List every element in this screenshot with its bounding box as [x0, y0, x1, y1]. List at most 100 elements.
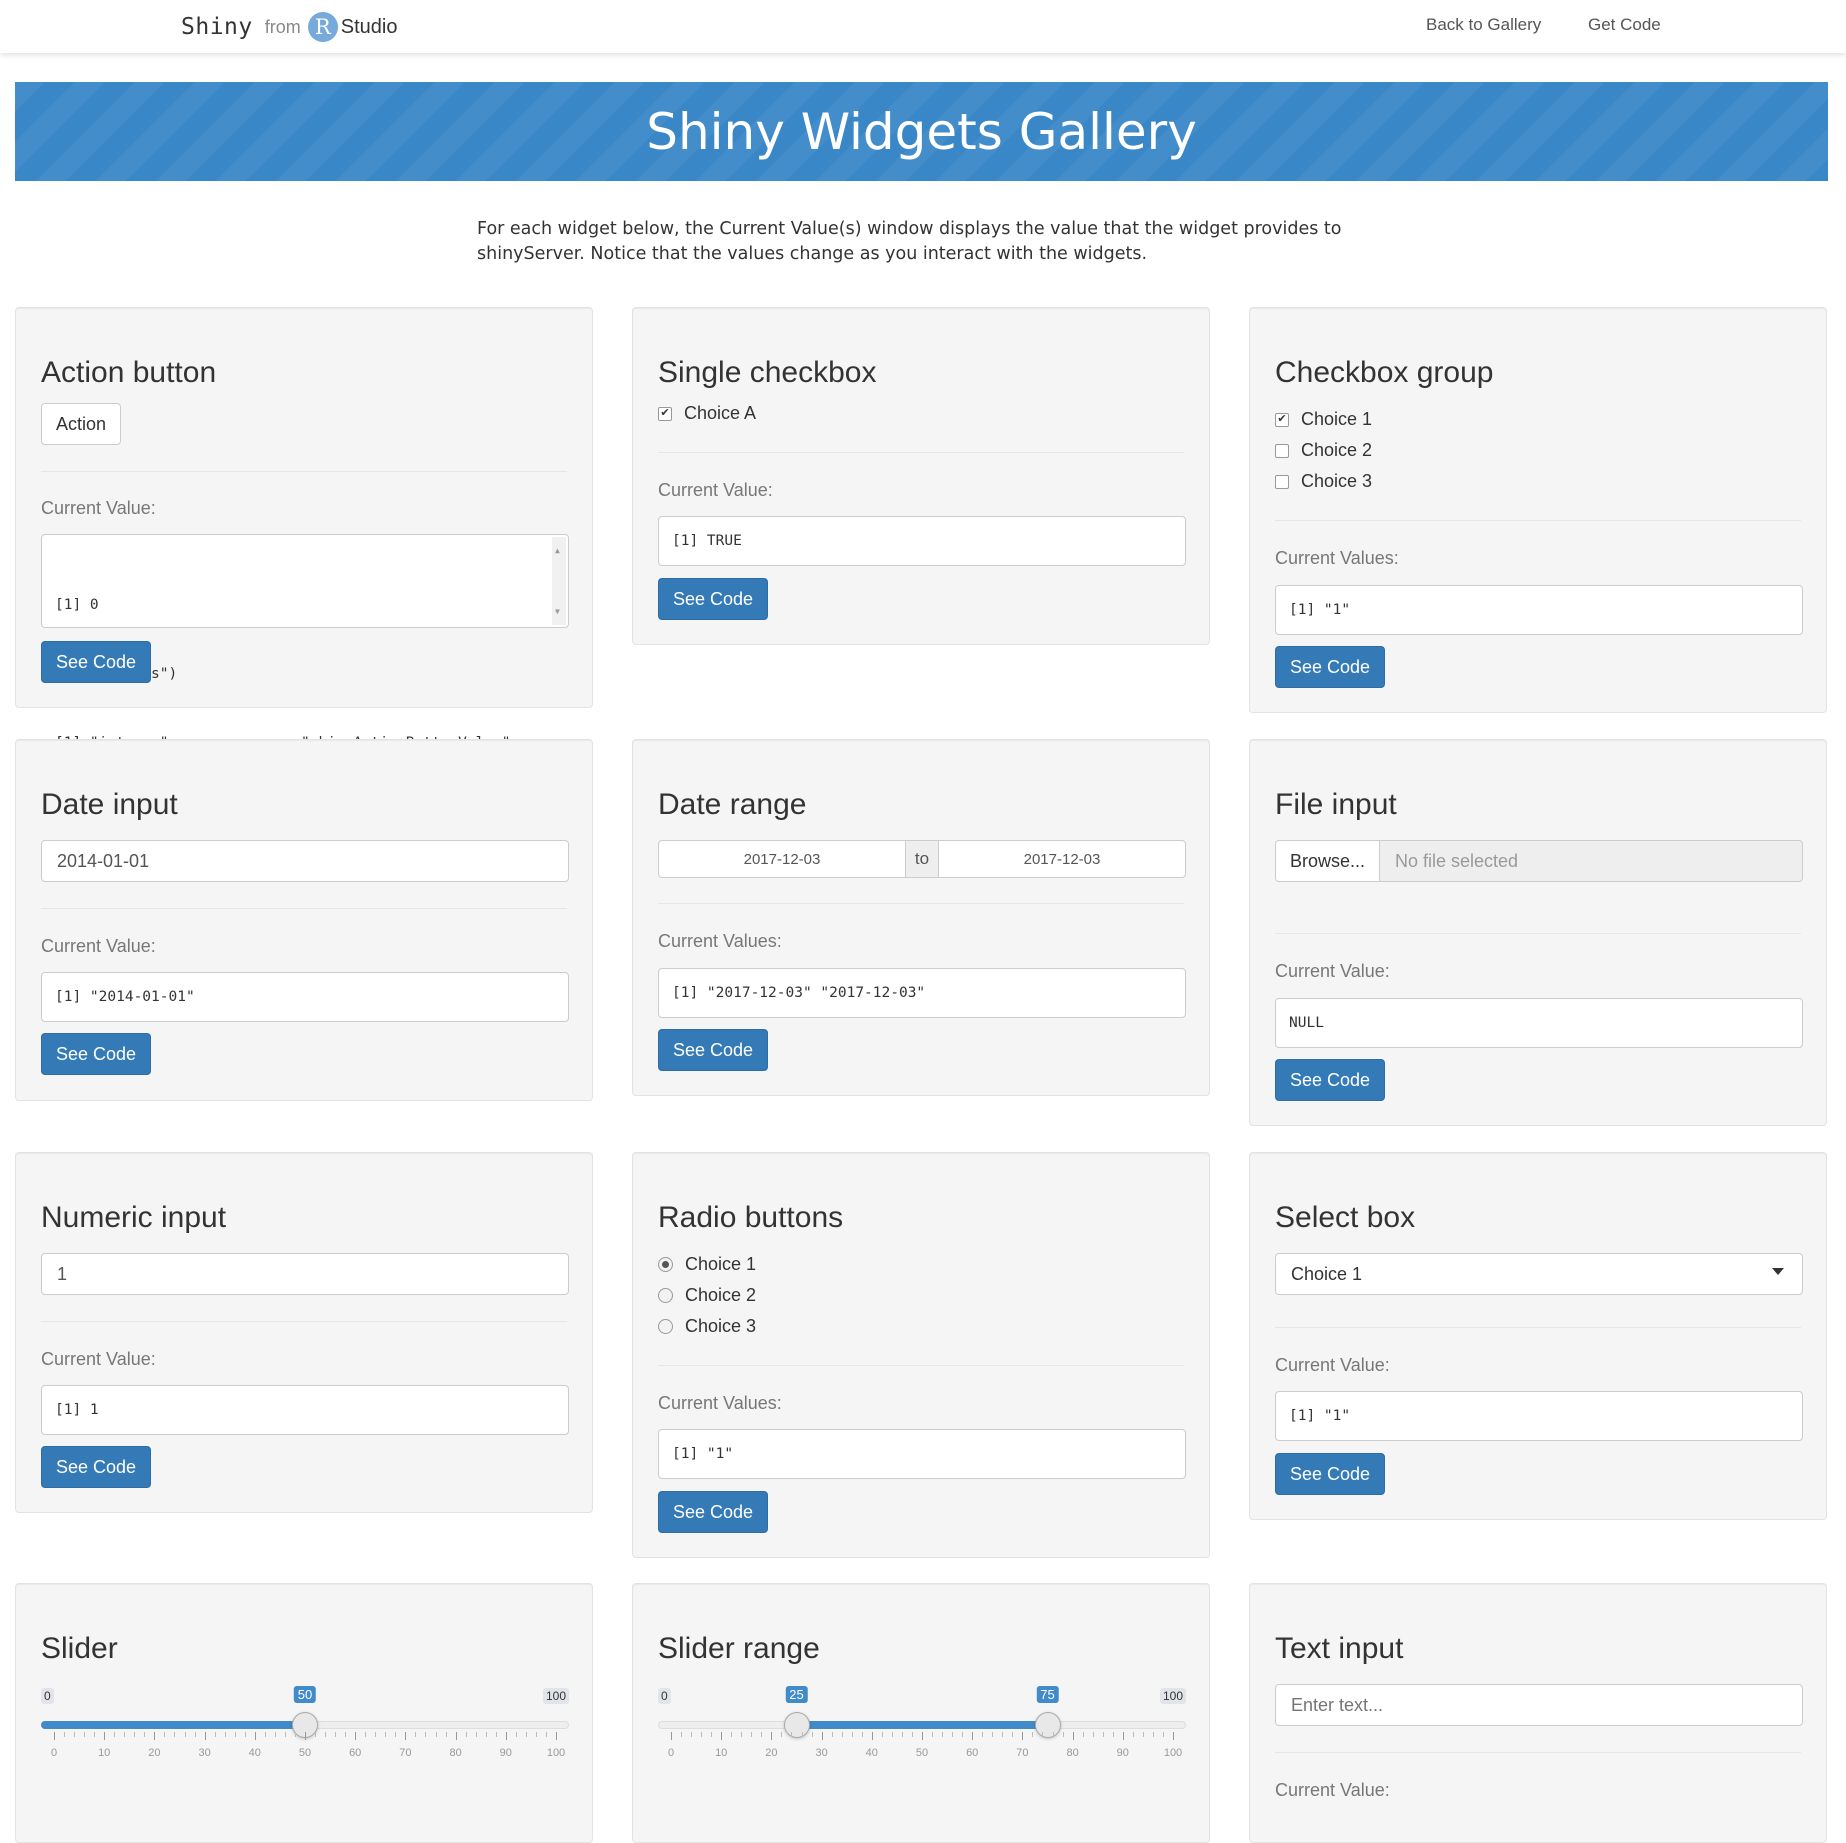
card-title: Action button — [41, 356, 217, 389]
output-scrollbar[interactable]: ▲ ▼ — [552, 537, 566, 625]
single-slider[interactable]: 0 100 50 0 10 20 30 40 50 60 70 80 90 100 — [41, 1686, 569, 1778]
checkbox-choice-2[interactable]: Choice 2 — [1275, 440, 1372, 461]
file-input-group: Browse... No file selected — [1275, 840, 1803, 882]
card-title: Slider range — [658, 1632, 820, 1665]
see-code-button[interactable]: See Code — [41, 641, 151, 683]
see-code-button[interactable]: See Code — [41, 1446, 151, 1488]
date-input-field[interactable]: 2014-01-01 — [41, 840, 569, 882]
back-to-gallery-link[interactable]: Back to Gallery — [1426, 15, 1541, 35]
see-code-button[interactable]: See Code — [1275, 646, 1385, 688]
radio-selected-icon[interactable] — [658, 1257, 673, 1272]
get-code-link[interactable]: Get Code — [1588, 15, 1661, 35]
action-button[interactable]: Action — [41, 403, 121, 445]
current-value-label: Current Value: — [658, 480, 773, 500]
divider — [658, 1365, 1184, 1366]
slider-from-label: 25 — [785, 1686, 808, 1703]
checkbox-unchecked-icon[interactable] — [1275, 443, 1289, 458]
slider-minor-tick — [335, 1732, 337, 1737]
slider-value-label: 50 — [293, 1686, 317, 1703]
slider-minor-tick — [811, 1732, 813, 1737]
slider-minor-tick — [515, 1732, 517, 1737]
slider-tick — [54, 1732, 55, 1740]
radio-choice-3[interactable]: Choice 3 — [658, 1316, 756, 1337]
see-code-button[interactable]: See Code — [1275, 1453, 1385, 1495]
slider-tick — [671, 1732, 672, 1740]
radio-choice-1[interactable]: Choice 1 — [658, 1254, 756, 1275]
chevron-down-icon[interactable] — [1772, 1268, 1784, 1275]
file-name-field[interactable]: No file selected — [1380, 840, 1803, 882]
range-slider[interactable]: 0 100 25 75 0 10 20 30 40 50 60 70 80 90 100 — [658, 1686, 1186, 1778]
slider-tick-label: 0 — [667, 1747, 675, 1759]
slider-minor-tick — [841, 1732, 843, 1737]
slider-tick-label: 90 — [499, 1747, 512, 1759]
scroll-up-arrow-icon[interactable]: ▲ — [555, 539, 560, 562]
slider-minor-tick — [1052, 1732, 1054, 1737]
select-box-card: Select box Choice 1 Current Value: [1] "… — [1249, 1152, 1827, 1520]
slider-minor-tick — [911, 1732, 913, 1737]
brand-studio-text: Studio — [340, 15, 398, 38]
card-title: Slider — [41, 1632, 118, 1665]
card-title: Select box — [1275, 1201, 1416, 1234]
slider-minor-tick — [495, 1732, 497, 1737]
current-value-output[interactable]: [1] 0 attr(,"class") [1] "integer""shiny… — [41, 534, 569, 751]
slider-minor-tick — [1032, 1732, 1034, 1737]
radio-unselected-icon[interactable] — [658, 1319, 673, 1334]
card-title: Numeric input — [41, 1201, 227, 1234]
slider-minor-tick — [315, 1732, 317, 1737]
slider-tick — [305, 1732, 306, 1740]
checkbox-checked-icon[interactable]: ✔ — [658, 406, 672, 421]
slider-minor-tick — [1152, 1732, 1154, 1737]
slider-max-label: 100 — [1159, 1688, 1186, 1704]
slider-minor-tick — [952, 1732, 954, 1737]
card-title: Radio buttons — [658, 1201, 844, 1234]
see-code-button[interactable]: See Code — [658, 578, 768, 620]
current-value-output: [1] "2017-12-03" "2017-12-03" — [658, 968, 1186, 1018]
divider — [41, 908, 567, 909]
radio-choice-2[interactable]: Choice 2 — [658, 1285, 756, 1306]
date-range-start-field[interactable]: 2017-12-03 — [658, 840, 906, 878]
see-code-button[interactable]: See Code — [41, 1033, 151, 1075]
text-input-field[interactable] — [1275, 1684, 1803, 1726]
page-banner: Shiny Widgets Gallery — [15, 82, 1828, 181]
slider-minor-tick — [1102, 1732, 1104, 1737]
radio-label: Choice 3 — [685, 1316, 757, 1336]
card-title: Text input — [1275, 1632, 1404, 1665]
checkbox-choice-a[interactable]: ✔ Choice A — [658, 403, 756, 424]
divider — [1275, 933, 1801, 934]
select-box-dropdown[interactable]: Choice 1 — [1275, 1253, 1803, 1295]
divider — [41, 471, 567, 472]
slider-minor-tick — [901, 1732, 903, 1737]
slider-minor-tick — [1142, 1732, 1144, 1737]
checkbox-unchecked-icon[interactable] — [1275, 474, 1289, 489]
current-value-output: [1] 1 — [41, 1385, 569, 1435]
see-code-button[interactable]: See Code — [1275, 1059, 1385, 1101]
scroll-down-arrow-icon[interactable]: ▼ — [555, 600, 560, 623]
slider-tick-label: 30 — [815, 1747, 828, 1759]
brand-logo[interactable]: Shiny from R Studio — [181, 8, 397, 46]
slider-minor-tick — [425, 1732, 427, 1737]
checkbox-checked-icon[interactable]: ✔ — [1275, 412, 1289, 427]
current-value-output: [1] "1" — [1275, 585, 1803, 635]
single-checkbox-card: Single checkbox ✔ Choice A Current Value… — [632, 307, 1210, 645]
slider-minor-tick — [375, 1732, 377, 1737]
see-code-button[interactable]: See Code — [658, 1029, 768, 1071]
slider-minor-tick — [325, 1732, 327, 1737]
checkbox-choice-3[interactable]: Choice 3 — [1275, 471, 1372, 492]
see-code-button[interactable]: See Code — [658, 1491, 768, 1533]
browse-button[interactable]: Browse... — [1275, 840, 1380, 882]
slider-tick-label: 60 — [966, 1747, 979, 1759]
checkbox-choice-1[interactable]: ✔ Choice 1 — [1275, 409, 1372, 430]
slider-to-label: 75 — [1036, 1686, 1059, 1703]
slider-minor-tick — [385, 1732, 387, 1737]
slider-minor-tick — [851, 1732, 853, 1737]
numeric-input-field[interactable]: 1 — [41, 1253, 569, 1295]
date-range-end-field[interactable]: 2017-12-03 — [938, 840, 1186, 878]
date-range-separator: to — [906, 840, 938, 878]
radio-unselected-icon[interactable] — [658, 1288, 673, 1303]
radio-label: Choice 1 — [685, 1254, 757, 1274]
current-values-label: Current Values: — [1275, 548, 1399, 568]
slider-minor-tick — [891, 1732, 893, 1737]
slider-minor-tick — [1062, 1732, 1064, 1737]
current-value-label: Current Value: — [1275, 961, 1390, 981]
slider-min-label: 0 — [658, 1688, 671, 1704]
